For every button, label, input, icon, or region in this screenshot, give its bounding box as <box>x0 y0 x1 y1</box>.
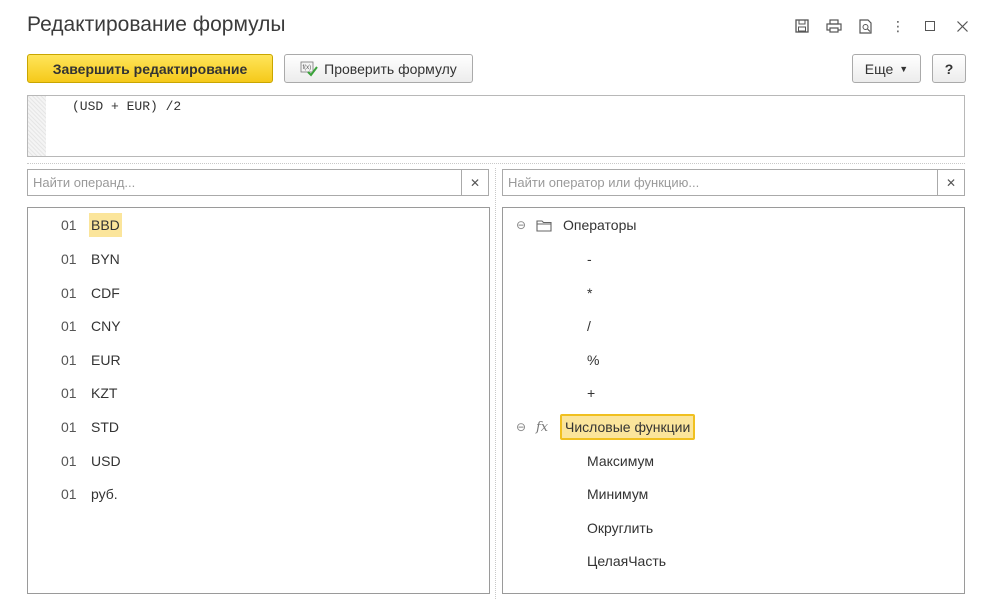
list-item[interactable]: 01 CDF <box>61 279 122 307</box>
list-item[interactable]: 01 руб. <box>61 480 120 508</box>
vertical-splitter[interactable] <box>495 168 496 599</box>
list-item[interactable]: 01 BBD <box>61 211 122 239</box>
operand-search: ✕ <box>27 169 489 196</box>
function-search-clear-icon[interactable]: ✕ <box>937 170 964 195</box>
preview-icon[interactable] <box>854 14 878 38</box>
close-icon[interactable] <box>950 14 974 38</box>
operand-search-input[interactable] <box>28 170 468 195</box>
tree-item[interactable]: / <box>587 312 591 340</box>
operand-name: EUR <box>91 352 121 368</box>
check-formula-button[interactable]: f(x) Проверить формулу <box>284 54 473 83</box>
tree-item[interactable]: % <box>587 346 599 374</box>
window-controls: ⋮ <box>782 14 974 38</box>
operand-search-clear-icon[interactable]: ✕ <box>461 170 488 195</box>
tree-group-label: Числовые функции <box>560 414 696 440</box>
function-search: ✕ <box>502 169 965 196</box>
operand-level: 01 <box>61 486 77 502</box>
toolbar: Завершить редактирование f(x) Проверить … <box>27 54 966 84</box>
tree-item[interactable]: ЦелаяЧасть <box>587 547 666 575</box>
folder-icon <box>536 219 554 232</box>
more-label: Еще <box>864 60 894 77</box>
tree-item[interactable]: Минимум <box>587 480 648 508</box>
operand-level: 01 <box>61 453 77 469</box>
operand-level: 01 <box>61 217 77 233</box>
formula-editor[interactable]: (USD + EUR) /2 <box>27 95 965 157</box>
tree-group-numeric-functions[interactable]: ⊖ fx Числовые функции <box>516 413 696 441</box>
fx-icon: fx <box>536 419 549 435</box>
tree-item[interactable]: Округлить <box>587 514 653 542</box>
tree-item[interactable]: Максимум <box>587 447 654 475</box>
operand-name: BYN <box>91 251 120 267</box>
formula-text[interactable]: (USD + EUR) /2 <box>72 99 181 114</box>
operand-level: 01 <box>61 318 77 334</box>
operand-level: 01 <box>61 419 77 435</box>
tree-item[interactable]: * <box>587 279 592 307</box>
operands-list: 01 BBD 01 BYN 01 CDF 01 CNY 01 EUR 01 KZ… <box>27 207 490 594</box>
functions-tree: ⊖ Операторы - * / % + ⊖ fx Числовые функ… <box>502 207 965 594</box>
editor-gutter <box>28 96 46 156</box>
operand-level: 01 <box>61 251 77 267</box>
operand-level: 01 <box>61 285 77 301</box>
operand-name: CNY <box>91 318 121 334</box>
collapse-icon[interactable]: ⊖ <box>516 420 530 434</box>
operand-level: 01 <box>61 385 77 401</box>
operand-level: 01 <box>61 352 77 368</box>
operand-name: STD <box>91 419 119 435</box>
horizontal-splitter[interactable] <box>27 163 965 164</box>
tree-item[interactable]: - <box>587 245 592 273</box>
tree-group-operators[interactable]: ⊖ Операторы <box>516 211 639 239</box>
finish-editing-button[interactable]: Завершить редактирование <box>27 54 273 83</box>
save-icon[interactable] <box>790 14 814 38</box>
operand-name: руб. <box>91 486 118 502</box>
list-item[interactable]: 01 CNY <box>61 312 123 340</box>
svg-text:f(x): f(x) <box>303 65 312 71</box>
maximize-icon[interactable] <box>918 14 942 38</box>
tree-item[interactable]: + <box>587 379 595 407</box>
more-button[interactable]: Еще ▼ <box>852 54 921 83</box>
list-item[interactable]: 01 EUR <box>61 346 123 374</box>
help-button[interactable]: ? <box>932 54 966 83</box>
operand-name: BBD <box>89 213 122 237</box>
operand-name: KZT <box>91 385 118 401</box>
check-formula-label: Проверить формулу <box>324 60 457 77</box>
operand-name: USD <box>91 453 121 469</box>
more-menu-icon[interactable]: ⋮ <box>886 14 910 38</box>
list-item[interactable]: 01 BYN <box>61 245 122 273</box>
list-item[interactable]: 01 STD <box>61 413 121 441</box>
check-formula-icon: f(x) <box>300 61 318 77</box>
list-item[interactable]: 01 USD <box>61 447 123 475</box>
operand-name: CDF <box>91 285 120 301</box>
tree-group-label: Операторы <box>563 217 637 233</box>
print-icon[interactable] <box>822 14 846 38</box>
list-item[interactable]: 01 KZT <box>61 379 119 407</box>
collapse-icon[interactable]: ⊖ <box>516 218 530 232</box>
dropdown-arrow-icon: ▼ <box>899 63 909 74</box>
function-search-input[interactable] <box>503 170 944 195</box>
window-title: Редактирование формулы <box>27 13 286 36</box>
